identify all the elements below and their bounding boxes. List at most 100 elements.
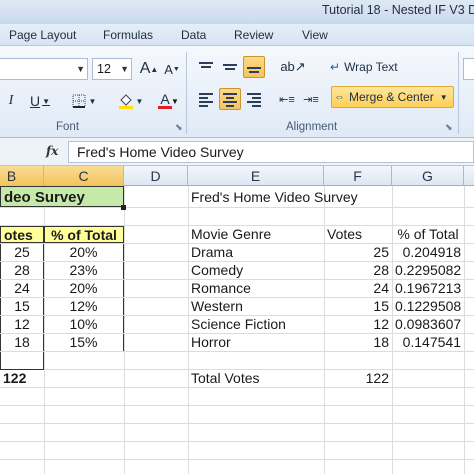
genre-cell[interactable]: Science Fiction <box>188 316 289 333</box>
genre-cell[interactable]: Horror <box>188 334 234 351</box>
genre-cell[interactable]: Drama <box>188 244 236 261</box>
column-header-e[interactable]: E <box>188 166 324 186</box>
italic-icon: I <box>8 93 14 108</box>
italic-button[interactable]: I <box>2 90 20 112</box>
genre-cell[interactable]: Romance <box>188 280 254 297</box>
font-group-label: Font <box>56 121 80 133</box>
font-name-combo[interactable]: ▼ <box>0 58 88 80</box>
tab-data[interactable]: Data <box>181 28 206 42</box>
orientation-icon: ab↗ <box>280 59 306 74</box>
left-votes-cell[interactable]: 24 <box>0 280 44 297</box>
column-header-c[interactable]: C <box>44 166 124 186</box>
sheet-row <box>0 424 474 442</box>
alignment-dialog-launcher-icon[interactable]: ⬊ <box>445 122 453 133</box>
percent-cell[interactable]: 0.2295082 <box>392 262 464 279</box>
align-bottom-button[interactable] <box>243 56 265 78</box>
votes-cell[interactable]: 18 <box>324 334 392 351</box>
percent-cell[interactable]: 0.1967213 <box>392 280 464 297</box>
orientation-button[interactable]: ab↗ <box>278 56 308 78</box>
left-header-votes[interactable]: otes <box>0 226 44 243</box>
align-bottom-icon <box>247 60 261 74</box>
formula-input[interactable]: Fred's Home Video Survey <box>68 141 474 163</box>
align-center-button[interactable] <box>219 88 241 110</box>
font-size-value: 12 <box>97 62 111 76</box>
grow-font-button[interactable]: A ▲ <box>139 58 159 80</box>
percent-cell[interactable]: 0.204918 <box>392 244 464 261</box>
merge-center-button[interactable]: ⇔ Merge & Center ▼ <box>331 86 454 108</box>
table-row: 15 12% Western 15 0.1229508 <box>0 298 474 316</box>
column-header-b[interactable]: B <box>0 166 44 186</box>
title-cell-right[interactable]: Fred's Home Video Survey <box>188 186 361 208</box>
align-top-button[interactable] <box>196 56 216 78</box>
increase-indent-button[interactable]: ⇥≡ <box>301 88 321 110</box>
sheet-row: otes % of Total Movie Genre Votes % of T… <box>0 226 474 244</box>
alignment-group-label: Alignment <box>286 121 338 133</box>
votes-cell[interactable]: 25 <box>324 244 392 261</box>
chevron-down-icon: ▼ <box>171 97 179 106</box>
genre-cell[interactable]: Western <box>188 298 246 315</box>
left-percent-cell[interactable]: 10% <box>44 316 124 333</box>
shrink-font-button[interactable]: A ▼ <box>162 58 182 80</box>
percent-cell[interactable]: 0.1229508 <box>392 298 464 315</box>
font-dialog-launcher-icon[interactable]: ⬊ <box>175 122 183 133</box>
title-cell-left[interactable]: deo Survey <box>0 186 124 207</box>
left-votes-cell[interactable]: 15 <box>0 298 44 315</box>
total-votes-value[interactable]: 122 <box>324 370 392 387</box>
font-size-combo[interactable]: 12 ▼ <box>92 58 132 80</box>
font-color-icon: A <box>160 91 170 107</box>
left-total-cell[interactable]: 122 <box>0 370 26 387</box>
genre-cell[interactable]: Comedy <box>188 262 246 279</box>
votes-cell[interactable]: 12 <box>324 316 392 333</box>
left-percent-cell[interactable]: 23% <box>44 262 124 279</box>
window-title: Tutorial 18 - Nested IF V3 D <box>322 3 474 17</box>
left-percent-cell[interactable]: 20% <box>44 280 124 297</box>
right-header-genre[interactable]: Movie Genre <box>188 226 274 243</box>
sheet-row: deo Survey Fred's Home Video Survey <box>0 186 474 210</box>
left-votes-cell[interactable]: 25 <box>0 244 44 261</box>
tab-review[interactable]: Review <box>234 28 273 42</box>
decrease-indent-button[interactable]: ⇤≡ <box>277 88 297 110</box>
merge-center-icon: ⇔ <box>334 91 345 103</box>
align-left-button[interactable] <box>196 88 216 110</box>
fill-color-button[interactable]: ▼ <box>114 90 146 112</box>
align-center-icon <box>223 92 237 107</box>
left-empty-cell[interactable] <box>0 352 44 370</box>
group-divider <box>186 52 187 134</box>
wrap-text-button[interactable]: ↵ Wrap Text <box>330 56 416 78</box>
left-percent-cell[interactable]: 20% <box>44 244 124 261</box>
chevron-down-icon: ▼ <box>76 64 85 74</box>
left-votes-cell[interactable]: 18 <box>0 334 44 351</box>
shrink-font-icon: A <box>164 61 173 77</box>
tab-view[interactable]: View <box>302 28 328 42</box>
column-header-g[interactable]: G <box>392 166 464 186</box>
title-bar: Tutorial 18 - Nested IF V3 D <box>0 0 474 24</box>
number-format-combo[interactable] <box>463 58 474 80</box>
total-votes-label[interactable]: Total Votes <box>188 370 263 387</box>
votes-cell[interactable]: 24 <box>324 280 392 297</box>
column-header-d[interactable]: D <box>124 166 188 186</box>
fx-icon[interactable]: fx <box>46 144 58 158</box>
table-row: 24 20% Romance 24 0.1967213 <box>0 280 474 298</box>
right-header-votes[interactable]: Votes <box>324 226 365 243</box>
decrease-indent-icon: ⇤≡ <box>279 93 295 106</box>
left-percent-cell[interactable]: 12% <box>44 298 124 315</box>
sheet-row <box>0 208 474 226</box>
tab-page-layout[interactable]: Page Layout <box>9 28 76 42</box>
left-percent-cell[interactable]: 15% <box>44 334 124 351</box>
left-header-percent[interactable]: % of Total <box>44 226 124 243</box>
votes-cell[interactable]: 28 <box>324 262 392 279</box>
left-votes-cell[interactable]: 28 <box>0 262 44 279</box>
increase-indent-icon: ⇥≡ <box>303 93 319 106</box>
align-middle-button[interactable] <box>220 56 240 78</box>
column-header-f[interactable]: F <box>324 166 392 186</box>
tab-formulas[interactable]: Formulas <box>103 28 153 42</box>
right-header-percent[interactable]: % of Total <box>392 226 464 243</box>
grow-font-icon: A <box>139 60 151 77</box>
votes-cell[interactable]: 15 <box>324 298 392 315</box>
left-votes-cell[interactable]: 12 <box>0 316 44 333</box>
align-right-button[interactable] <box>244 88 264 110</box>
percent-cell[interactable]: 0.0983607 <box>392 316 464 333</box>
percent-cell[interactable]: 0.147541 <box>392 334 464 351</box>
underline-button[interactable]: U ▼ <box>26 90 54 112</box>
borders-button[interactable]: ▼ <box>66 90 102 112</box>
